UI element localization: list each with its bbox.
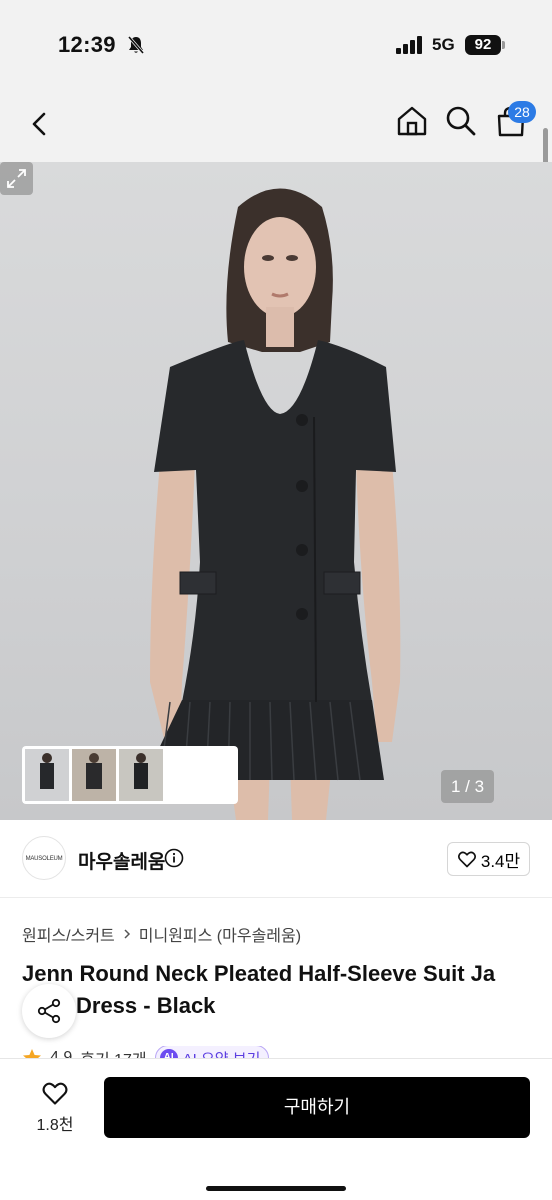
home-indicator [206,1186,346,1191]
thumbnail-1[interactable] [23,747,71,803]
status-bar: 12:39 5G 92 [0,0,552,92]
battery-cap [502,41,505,49]
product-title-line1: Jenn Round Neck Pleated Half-Sleeve Suit… [22,961,496,986]
search-icon[interactable] [444,104,478,138]
brand-name[interactable]: 마우솔레움 [78,847,165,874]
brand-like-button[interactable]: 3.4만 [447,842,530,876]
heart-icon [42,1082,68,1105]
expand-icon[interactable] [0,162,33,195]
back-icon[interactable] [22,106,58,142]
wishlist-count: 1.8천 [36,1117,74,1134]
brand-logo[interactable]: MAUSOLEUM [22,836,66,880]
status-time: 12:39 [58,32,116,57]
thumbnail-2[interactable] [72,749,116,801]
breadcrumb: 원피스/스커트 미니원피스 (마우솔레움) [22,922,301,946]
battery-level: 92 [465,35,501,55]
breadcrumb-category[interactable]: 원피스/스커트 [22,922,115,946]
network-type: 5G [432,35,455,54]
share-button[interactable] [22,984,76,1038]
thumbnail-3[interactable] [119,749,163,801]
image-counter: 1 / 3 [441,770,494,803]
buy-button[interactable]: 구매하기 [104,1077,530,1138]
home-icon[interactable] [395,104,429,138]
product-photo [144,188,401,820]
brand-like-count: 3.4만 [480,851,521,871]
chevron-right-icon [124,929,130,939]
product-title: Jenn Round Neck Pleated Half-Sleeve Suit… [22,958,542,1022]
share-icon [37,998,61,1024]
product-image-gallery[interactable]: 1 / 3 [0,162,552,820]
product-title-line2: Dress - Black [76,993,216,1018]
cart-count-badge: 28 [508,101,536,123]
heart-icon [457,851,476,868]
thumbnail-strip [22,746,238,804]
info-icon[interactable] [164,848,184,868]
wishlist-button[interactable]: 1.8천 [22,1079,88,1139]
signal-icon [396,36,422,54]
breadcrumb-subcategory[interactable]: 미니원피스 (마우솔레움) [139,922,301,946]
brand-row: MAUSOLEUM 마우솔레움 3.4만 [0,820,552,898]
bell-off-icon [127,36,145,54]
bottom-action-bar: 1.8천 구매하기 [0,1058,552,1200]
nav-bar: 28 [0,92,552,162]
